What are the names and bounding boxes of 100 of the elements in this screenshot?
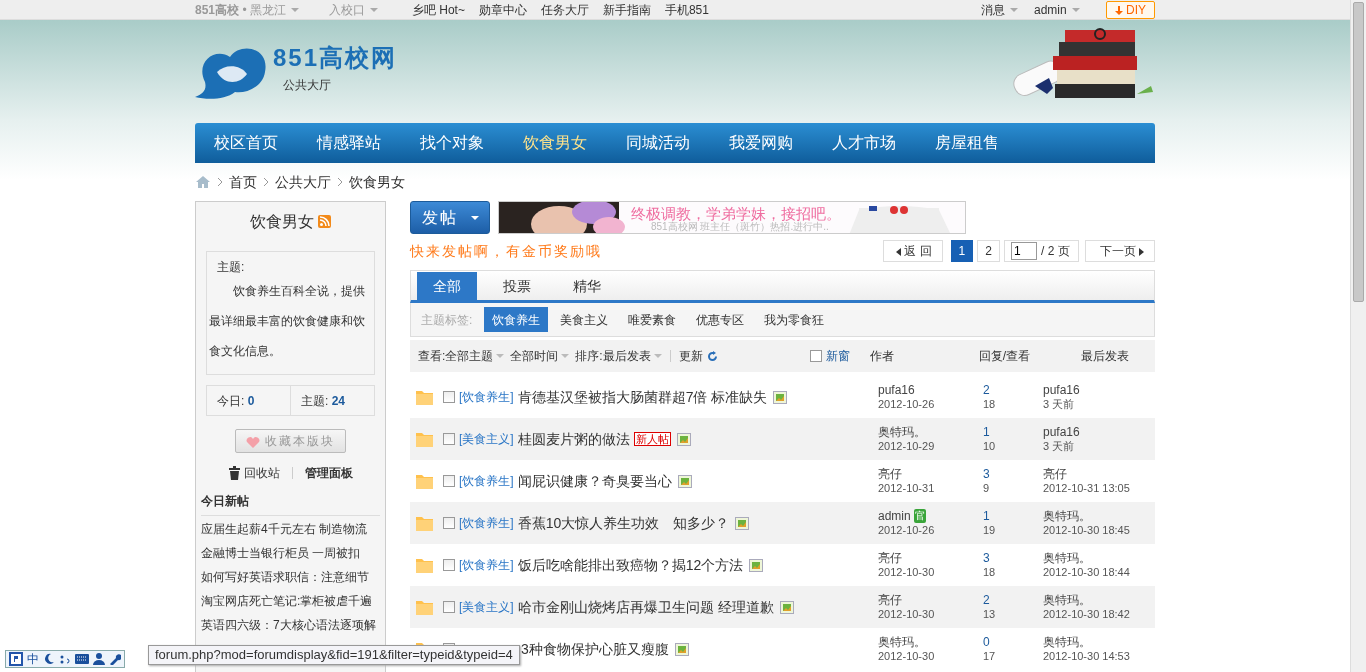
new-post-link[interactable]: 应届生起薪4千元左右 制造物流 [201,517,380,542]
filter-tab[interactable]: 精华 [557,272,617,300]
tag-filter[interactable]: 唯爱素食 [620,307,685,332]
person-icon[interactable] [93,653,105,665]
stat-label: 今日: [217,394,245,409]
filter-dropdown[interactable]: 最后发表 [602,347,651,365]
new-window-label[interactable]: 新窗 [825,347,850,365]
new-post-link[interactable]: 如何写好英语求职信：注意细节 [201,565,380,590]
tag-filter[interactable]: 饮食养生 [484,307,549,332]
last-poster-link[interactable]: 奥特玛。 [1043,509,1153,523]
breadcrumb-link[interactable]: 饮食男女 [349,171,405,193]
keyboard-icon[interactable] [75,654,89,664]
checkbox[interactable] [443,601,455,613]
thread-tag-link[interactable]: [饮食养生] [459,514,514,532]
page-button[interactable]: 2 [977,240,1000,262]
top-link[interactable]: 乡吧 Hot~ [411,1,465,19]
view-count: 18 [983,565,997,579]
breadcrumb-link[interactable]: 公共大厅 [275,171,331,193]
thread-title-link[interactable]: 香蕉10大惊人养生功效 知多少？ [517,512,730,534]
breadcrumb-link[interactable]: 首页 [229,171,257,193]
refresh-link[interactable]: 更新 [678,347,718,365]
column-header: 作者 [869,348,894,365]
filter-dropdown[interactable]: 全部时间 [510,347,559,365]
thread-tag-link[interactable]: [饮食养生] [459,556,514,574]
last-poster-link[interactable]: 奥特玛。 [1043,551,1153,565]
new-post-link[interactable]: 淘宝网店死亡笔记:掌柜被虐千遍 [201,589,380,614]
thread-title-link[interactable]: 哈市金刚山烧烤店再爆卫生问题 经理道歉 [517,596,774,618]
nav-tab[interactable]: 房屋租售 [916,123,1019,163]
rss-icon[interactable] [318,215,331,229]
intro-label: 主题: [216,259,246,277]
wrench-icon[interactable] [109,653,121,665]
author-link[interactable]: 亮仔 [878,551,902,565]
recycle-link[interactable]: 回收站 [243,464,280,483]
next-page-button[interactable]: 下一页 [1084,240,1155,262]
new-post-link[interactable]: 英语四六级：7大核心语法逐项解 [201,613,380,638]
author-link[interactable]: 奥特玛。 [878,635,926,649]
last-poster-link[interactable]: pufa16 [1043,383,1153,397]
author-link[interactable]: 奥特玛。 [878,425,926,439]
new-post-link[interactable]: 金融博士当银行柜员 一周被扣 [201,541,380,566]
author-link[interactable]: 亮仔 [878,467,902,481]
last-poster-link[interactable]: 奥特玛。 [1043,635,1153,649]
top-link[interactable]: 勋章中心 [478,1,527,19]
author-link[interactable]: admin [878,509,911,523]
checkbox[interactable] [443,475,455,487]
tag-filter[interactable]: 美食主义 [552,307,617,332]
tag-filter[interactable]: 优惠专区 [688,307,753,332]
filter-tab[interactable]: 全部 [417,272,477,300]
thread-title-link[interactable]: 3种食物保护心脏又瘦腹 [521,638,669,660]
caret-icon [290,8,299,12]
nav-tab[interactable]: 情感驿站 [298,123,401,163]
manage-link[interactable]: 管理面板 [304,464,353,483]
last-post-time: 3 天前 [1043,439,1076,453]
checkbox[interactable] [443,559,455,571]
author-link[interactable]: pufa16 [878,383,915,397]
messages-menu[interactable]: 消息 [980,1,1005,19]
last-poster-link[interactable]: pufa16 [1043,425,1153,439]
thread-tag-link[interactable]: [饮食养生] [459,472,514,490]
thread-title-link[interactable]: 桂圆麦片粥的做法 [517,428,630,450]
top-link[interactable]: 新手指南 [602,1,651,19]
nav-tab[interactable]: 饮食男女 [504,123,607,163]
author-link[interactable]: 亮仔 [878,593,902,607]
nav-tab[interactable]: 人才市场 [813,123,916,163]
checkbox[interactable] [443,517,455,529]
thread-title-link[interactable]: 闻屁识健康？奇臭要当心 [517,470,672,492]
post-button[interactable]: 发帖 [410,201,490,234]
checkbox[interactable] [809,350,822,362]
punctuation-icon[interactable] [59,653,71,665]
nav-tab[interactable]: 我爱网购 [710,123,813,163]
thread-title-link[interactable]: 肯德基汉堡被指大肠菌群超7倍 标准缺失 [517,386,768,408]
filter-tab[interactable]: 投票 [487,272,547,300]
folder-icon [416,473,433,489]
caret-icon [496,354,505,358]
nav-tab[interactable]: 校区首页 [195,123,298,163]
last-post-time: 3 天前 [1043,397,1076,411]
checkbox[interactable] [443,391,455,403]
view-count: 19 [983,523,997,537]
last-poster-link[interactable]: 奥特玛。 [1043,593,1153,607]
folder-icon [416,431,433,447]
reply-count: 3 [983,467,991,481]
scrollbar[interactable] [1350,0,1366,672]
top-link[interactable]: 任务大厅 [540,1,589,19]
filter-dropdown[interactable]: 全部主题 [445,347,494,365]
last-poster-link[interactable]: 亮仔 [1043,467,1153,481]
tag-filter[interactable]: 我为零食狂 [756,307,833,332]
thread-title-link[interactable]: 饭后吃啥能排出致癌物？揭12个方法 [517,554,744,576]
home-icon [195,175,211,189]
moon-icon[interactable] [43,653,55,665]
thread-tag-link[interactable]: [饮食养生] [459,388,514,406]
page-input[interactable]: 1 [1010,242,1037,260]
ime-mode-button[interactable]: 中 [27,651,39,667]
nav-tab[interactable]: 找个对象 [401,123,504,163]
nav-tab[interactable]: 同城活动 [607,123,710,163]
thread-tag-link[interactable]: [美食主义] [459,598,514,616]
back-button[interactable]: 返 回 [882,240,943,262]
top-link[interactable]: 手机851 [664,1,709,19]
user-menu[interactable]: admin [1033,1,1067,19]
page-button[interactable]: 1 [950,240,974,262]
ime-logo-icon[interactable] [9,652,23,666]
thread-tag-link[interactable]: [美食主义] [459,430,514,448]
checkbox[interactable] [443,433,455,445]
